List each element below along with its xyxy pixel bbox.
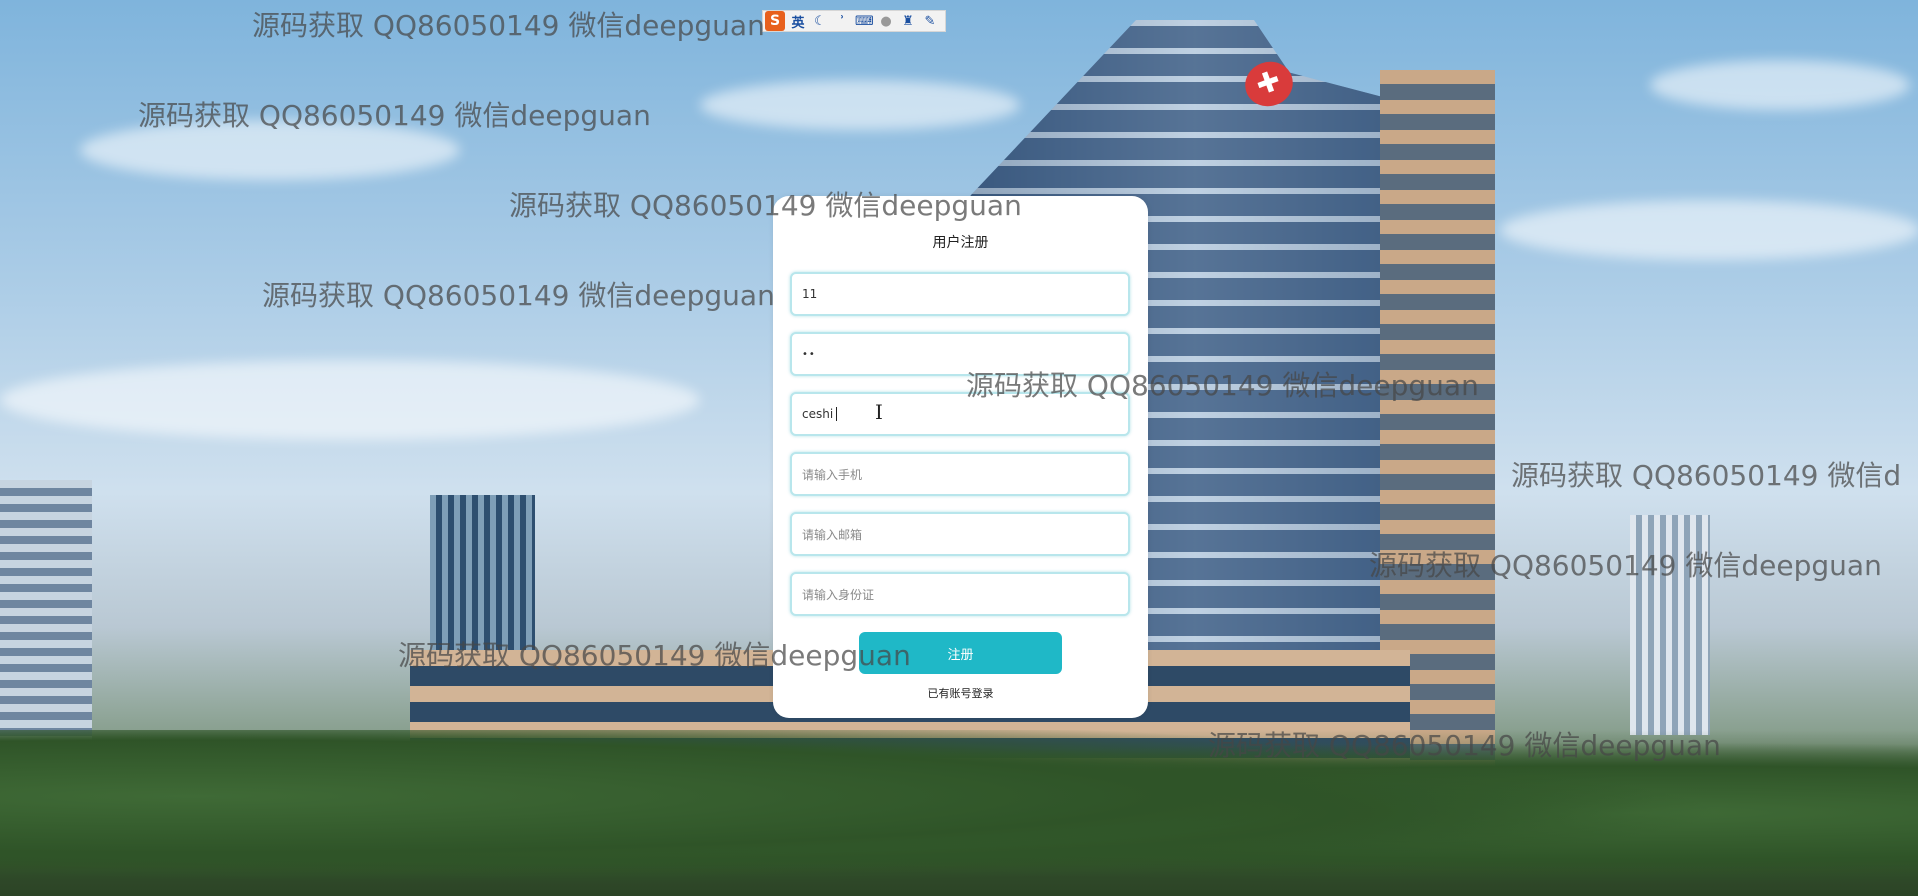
shirt-icon[interactable]: ♜ bbox=[899, 14, 917, 29]
watermark: 源码获取 QQ86050149 微信deepguan bbox=[398, 639, 911, 672]
phone-placeholder: 请输入手机 bbox=[802, 467, 863, 482]
watermark: 源码获取 QQ86050149 微信deepguan bbox=[1369, 549, 1882, 582]
register-title: 用户注册 bbox=[932, 235, 989, 251]
ime-language-toggle[interactable]: 英 bbox=[789, 12, 807, 31]
account-input[interactable]: 11 bbox=[790, 272, 1130, 316]
cloud bbox=[0, 360, 700, 440]
watermark: 源码获取 QQ86050149 微信d bbox=[1511, 459, 1902, 492]
punct-icon[interactable]: ʾ bbox=[833, 14, 851, 29]
ime-toolbar[interactable]: S 英 ☾ ʾ ⌨ ● ♜ ✎ bbox=[762, 10, 946, 32]
moon-icon[interactable]: ☾ bbox=[811, 14, 829, 29]
cloud bbox=[1650, 60, 1910, 110]
wrench-icon[interactable]: ✎ bbox=[921, 14, 939, 29]
email-placeholder: 请输入邮箱 bbox=[802, 527, 863, 542]
phone-input[interactable]: 请输入手机 bbox=[790, 452, 1130, 496]
name-value: ceshi bbox=[802, 407, 834, 421]
watermark: 源码获取 QQ86050149 微信deepguan bbox=[252, 9, 765, 42]
watermark: 源码获取 QQ86050149 微信deepguan bbox=[138, 99, 651, 132]
watermark: 源码获取 QQ86050149 微信deepguan bbox=[262, 279, 775, 312]
email-input[interactable]: 请输入邮箱 bbox=[790, 512, 1130, 556]
page-background: S 英 ☾ ʾ ⌨ ● ♜ ✎ 用户注册 11 •• ceshi 请输入手机 请… bbox=[0, 0, 1918, 896]
ime-logo-icon[interactable]: S bbox=[765, 11, 785, 31]
login-link[interactable]: 已有账号登录 bbox=[773, 685, 1148, 701]
text-cursor-icon: I bbox=[875, 400, 883, 424]
user-icon[interactable]: ● bbox=[877, 14, 895, 29]
account-value: 11 bbox=[802, 287, 818, 301]
watermark: 源码获取 QQ86050149 微信deepguan bbox=[509, 189, 1022, 222]
id-card-placeholder: 请输入身份证 bbox=[802, 587, 875, 602]
cloud bbox=[1500, 200, 1918, 260]
watermark: 源码获取 QQ86050149 微信deepguan bbox=[966, 369, 1479, 402]
cloud bbox=[700, 80, 1020, 130]
watermark: 源码获取 QQ86050149 微信deepguan bbox=[1208, 729, 1721, 762]
keyboard-icon[interactable]: ⌨ bbox=[855, 14, 874, 29]
text-caret bbox=[836, 407, 838, 421]
password-value: •• bbox=[802, 348, 816, 360]
id-card-input[interactable]: 请输入身份证 bbox=[790, 572, 1130, 616]
